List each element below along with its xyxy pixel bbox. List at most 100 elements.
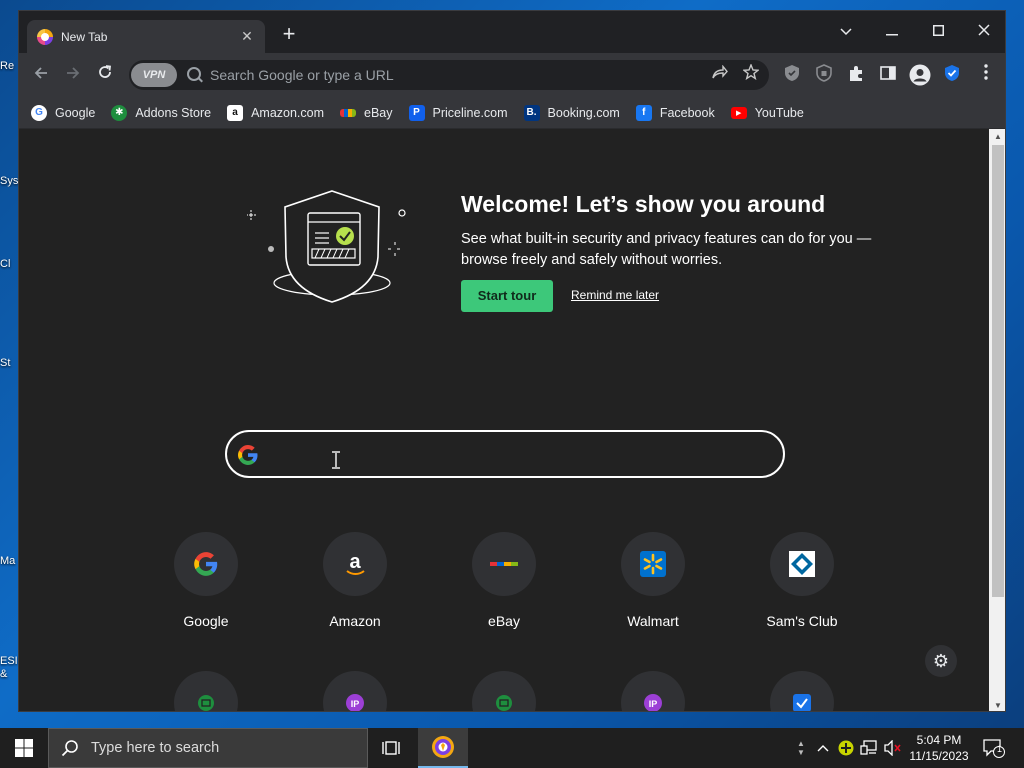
amazon-icon: a: [323, 532, 387, 596]
address-bar[interactable]: VPN Search Google or type a URL: [129, 60, 769, 90]
shortcut-tile[interactable]: [742, 671, 862, 711]
chevron-up-icon[interactable]: ▲: [797, 739, 805, 748]
security-badge-icon[interactable]: [941, 64, 963, 86]
reload-button[interactable]: [93, 63, 117, 87]
side-panel-icon[interactable]: [877, 64, 899, 86]
clock-time: 5:04 PM: [916, 733, 962, 747]
shortcut-tile[interactable]: [146, 671, 266, 711]
menu-kebab-icon[interactable]: [975, 64, 997, 86]
taskbar-browser-app[interactable]: [418, 728, 468, 768]
chevron-down-icon[interactable]: ▼: [797, 748, 805, 757]
mail-icon: [472, 671, 536, 711]
toolbar: VPN Search Google or type a URL: [19, 53, 1005, 97]
bookmark-addons-store[interactable]: ✱ Addons Store: [111, 104, 211, 121]
minimize-button[interactable]: [869, 17, 915, 45]
clock-date: 11/15/2023: [909, 749, 969, 763]
ebay-icon: [472, 532, 536, 596]
shortcut-label: Walmart: [627, 613, 679, 629]
show-hidden-icons-chevron-icon[interactable]: [814, 728, 832, 768]
ebay-icon: [340, 108, 357, 117]
bookmark-star-icon[interactable]: [740, 63, 762, 86]
new-tab-button[interactable]: +: [277, 23, 301, 47]
shortcut-tile[interactable]: IP: [295, 671, 415, 711]
svg-text:IP: IP: [351, 699, 360, 709]
browser-logo-icon: [432, 736, 454, 758]
bookmark-priceline[interactable]: P Priceline.com: [408, 104, 508, 121]
bookmark-label: Priceline.com: [432, 105, 508, 120]
settings-gear-icon[interactable]: ⚙: [925, 645, 957, 677]
extension-shield-icon[interactable]: [781, 64, 803, 86]
svg-text:a: a: [349, 551, 361, 573]
bookmark-booking[interactable]: B. Booking.com: [523, 104, 620, 121]
desktop-icon-label[interactable]: Cl: [0, 258, 18, 270]
extensions-puzzle-icon[interactable]: [845, 64, 867, 86]
shortcut-google[interactable]: Google: [146, 532, 266, 629]
back-button[interactable]: [29, 63, 53, 87]
shortcut-sams-club[interactable]: Sam's Club: [742, 532, 862, 629]
bookmark-youtube[interactable]: ▶ YouTube: [730, 105, 804, 120]
notifications-button[interactable]: 1: [980, 728, 1008, 768]
close-window-button[interactable]: [961, 17, 1005, 45]
share-icon[interactable]: [709, 64, 731, 86]
shortcut-amazon[interactable]: a Amazon: [295, 532, 415, 629]
google-search-input[interactable]: [225, 430, 785, 478]
bookmark-amazon[interactable]: a Amazon.com: [227, 104, 324, 121]
tab-search-chevron-icon[interactable]: [823, 17, 869, 45]
ip-icon: IP: [323, 671, 387, 711]
notification-count-badge: 1: [997, 744, 1003, 754]
welcome-description: See what built-in security and privacy f…: [461, 231, 872, 268]
desktop-icon-label[interactable]: &: [0, 668, 18, 680]
maximize-button[interactable]: [915, 17, 961, 45]
desktop-icon-label[interactable]: St: [0, 357, 18, 369]
desktop-icon-label[interactable]: Re: [0, 60, 18, 72]
windows-logo-icon: [15, 739, 33, 757]
taskbar-search-placeholder: Type here to search: [91, 740, 220, 756]
volume-muted-icon[interactable]: [882, 728, 904, 768]
taskbar-search-box[interactable]: Type here to search: [48, 728, 368, 768]
scroll-down-arrow-icon[interactable]: ▼: [993, 701, 1003, 710]
shortcut-walmart[interactable]: Walmart: [593, 532, 713, 629]
desktop-icon-label[interactable]: Ma: [0, 555, 18, 567]
desktop-icon-label[interactable]: ESI: [0, 655, 18, 667]
booking-icon: B.: [523, 104, 540, 121]
new-tab-page: Welcome! Let’s show you around See what …: [19, 129, 989, 711]
taskbar-clock[interactable]: 5:04 PM 11/15/2023: [902, 732, 976, 764]
vertical-scrollbar[interactable]: ▲ ▼: [989, 129, 1005, 711]
security-tray-icon[interactable]: [836, 728, 856, 768]
taskbar: Type here to search ▲ ▼ 5:04 PM 11/15/20…: [0, 728, 1024, 768]
privacy-shield-icon[interactable]: [813, 64, 835, 86]
google-icon: G: [31, 104, 47, 121]
tray-scroll-arrows[interactable]: ▲ ▼: [792, 728, 810, 768]
bookmark-label: Facebook: [659, 105, 715, 120]
start-tour-button[interactable]: Start tour: [461, 280, 553, 312]
shortcut-tile[interactable]: [444, 671, 564, 711]
shortcut-label: Sam's Club: [766, 613, 838, 629]
desktop-icon-label[interactable]: Sys: [0, 175, 18, 187]
task-view-icon: [382, 741, 400, 755]
bookmark-google[interactable]: G Google: [31, 104, 95, 121]
task-view-button[interactable]: [368, 728, 416, 768]
start-button[interactable]: [0, 728, 48, 768]
close-tab-icon[interactable]: ✕: [239, 28, 255, 45]
forward-button[interactable]: [61, 63, 85, 87]
amazon-icon: a: [227, 104, 244, 121]
priceline-icon: P: [408, 104, 425, 121]
remind-me-later-link[interactable]: Remind me later: [571, 288, 659, 302]
vpn-button[interactable]: VPN: [131, 63, 177, 87]
profile-avatar-icon[interactable]: [909, 64, 931, 86]
address-input[interactable]: Search Google or type a URL: [210, 67, 394, 83]
tab-title: New Tab: [61, 29, 108, 44]
network-icon[interactable]: [858, 728, 880, 768]
bookmark-label: YouTube: [754, 105, 804, 120]
bookmark-facebook[interactable]: f Facebook: [635, 104, 715, 121]
search-icon: [61, 740, 78, 757]
shortcut-ebay[interactable]: eBay: [444, 532, 564, 629]
scroll-up-arrow-icon[interactable]: ▲: [993, 132, 1003, 141]
bookmarks-bar: G Google ✱ Addons Store a Amazon.com eBa…: [19, 97, 1005, 129]
bookmark-ebay[interactable]: eBay: [340, 106, 393, 120]
bookmark-label: eBay: [364, 105, 393, 120]
tab-new-tab[interactable]: New Tab ✕: [27, 20, 265, 53]
shortcut-tile[interactable]: IP: [593, 671, 713, 711]
shortcut-label: eBay: [488, 613, 520, 629]
scrollbar-thumb[interactable]: [992, 145, 1004, 597]
